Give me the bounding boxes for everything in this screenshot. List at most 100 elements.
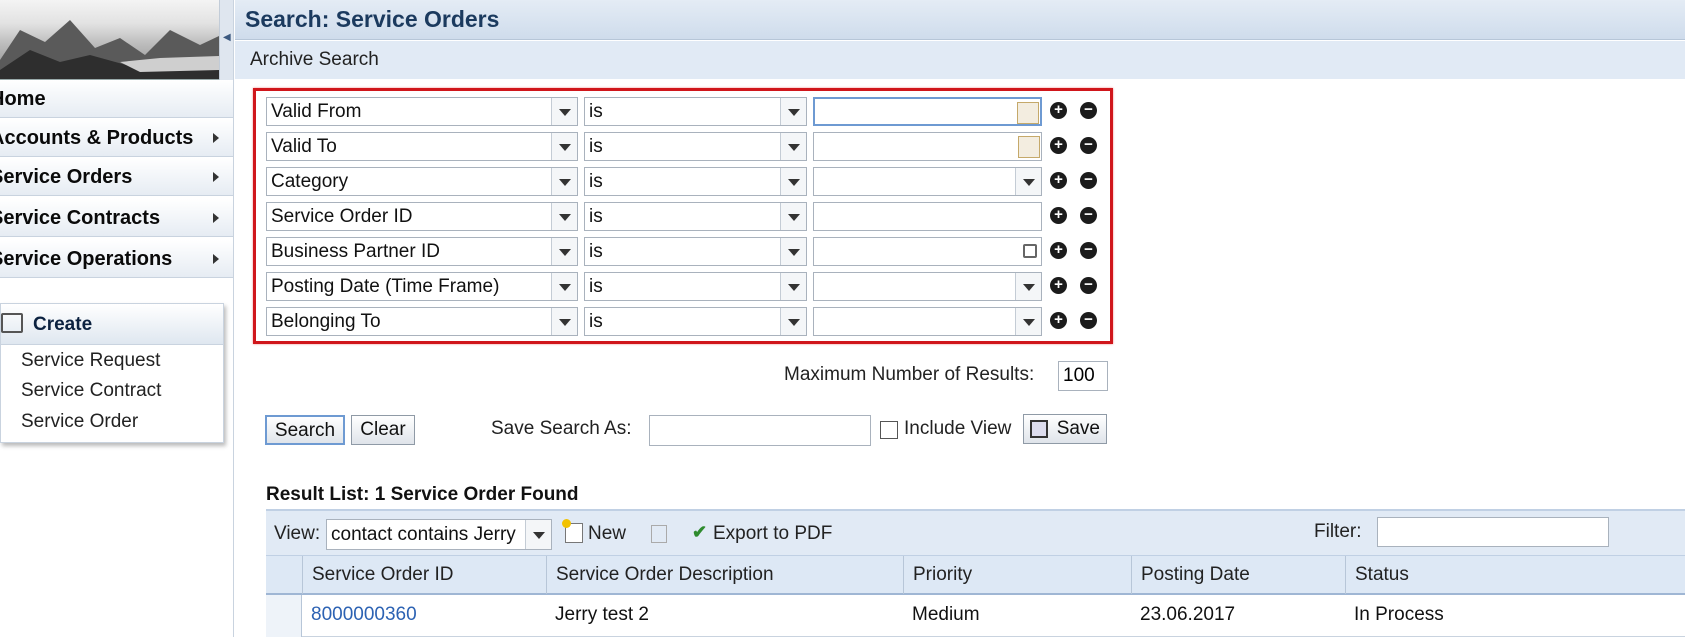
- criteria-operator-select[interactable]: is: [584, 167, 807, 196]
- add-row-icon[interactable]: +: [1050, 137, 1067, 154]
- column-header-posting-date[interactable]: Posting Date: [1131, 556, 1345, 594]
- criteria-field-value: Service Order ID: [271, 206, 413, 227]
- criteria-operator-value: is: [589, 206, 603, 227]
- chevron-down-icon[interactable]: [1015, 168, 1041, 195]
- column-header-service-order-id[interactable]: Service Order ID: [302, 556, 546, 594]
- save-search-input[interactable]: [649, 415, 871, 446]
- select-all-column[interactable]: [266, 556, 302, 594]
- criteria-value-select[interactable]: [813, 307, 1042, 336]
- include-view-checkbox[interactable]: [880, 421, 898, 439]
- nav-label: Service Operations: [0, 248, 173, 270]
- chevron-down-icon[interactable]: [551, 308, 577, 335]
- criteria-value-input[interactable]: [813, 237, 1042, 266]
- criteria-value-select[interactable]: [813, 272, 1042, 301]
- criteria-operator-select[interactable]: is: [584, 132, 807, 161]
- chevron-down-icon[interactable]: [551, 203, 577, 230]
- criteria-field-select[interactable]: Valid To: [266, 132, 578, 161]
- nav-item-home[interactable]: Home: [0, 80, 233, 118]
- title-bar: Search: Service Orders: [235, 0, 1685, 40]
- chevron-down-icon[interactable]: [551, 273, 577, 300]
- criteria-field-select[interactable]: Valid From: [266, 97, 578, 126]
- add-row-icon[interactable]: +: [1050, 207, 1067, 224]
- chevron-down-icon[interactable]: [551, 168, 577, 195]
- create-service-order-link[interactable]: Service Order: [21, 411, 138, 433]
- criteria-operator-value: is: [589, 136, 603, 157]
- nav-item-service-contracts[interactable]: Service Contracts: [0, 199, 233, 237]
- table-row: 8000000360 Jerry test 2 Medium 23.06.201…: [266, 595, 1685, 637]
- calendar-icon[interactable]: [1018, 136, 1040, 158]
- logo-image: [0, 0, 219, 80]
- value-help-icon[interactable]: [1023, 244, 1037, 258]
- search-button[interactable]: Search: [265, 415, 345, 445]
- service-order-id-link[interactable]: 8000000360: [302, 595, 417, 637]
- criteria-operator-select[interactable]: is: [584, 202, 807, 231]
- nav-item-accounts-products[interactable]: Accounts & Products: [0, 119, 233, 157]
- remove-row-icon[interactable]: −: [1080, 242, 1097, 259]
- chevron-down-icon[interactable]: [780, 273, 806, 300]
- new-document-icon[interactable]: [562, 519, 583, 543]
- criteria-value-input[interactable]: [813, 202, 1042, 231]
- include-view-label: Include View: [904, 418, 1012, 439]
- max-results-input[interactable]: 100: [1058, 361, 1108, 391]
- chevron-down-icon[interactable]: [780, 238, 806, 265]
- chevron-down-icon[interactable]: [525, 520, 551, 549]
- view-select[interactable]: contact contains Jerry: [326, 519, 552, 550]
- chevron-down-icon[interactable]: [1015, 308, 1041, 335]
- criteria-operator-select[interactable]: is: [584, 237, 807, 266]
- save-button[interactable]: Save: [1023, 414, 1107, 444]
- new-button[interactable]: New: [588, 523, 626, 545]
- remove-row-icon[interactable]: −: [1080, 312, 1097, 329]
- criteria-field-select[interactable]: Category: [266, 167, 578, 196]
- criteria-operator-select[interactable]: is: [584, 307, 807, 336]
- column-header-priority[interactable]: Priority: [903, 556, 1131, 594]
- chevron-down-icon[interactable]: [780, 133, 806, 160]
- page-title: Search: Service Orders: [245, 6, 500, 32]
- nav-item-service-orders[interactable]: Service Orders: [0, 158, 233, 196]
- calendar-icon[interactable]: [1017, 102, 1039, 124]
- criteria-operator-select[interactable]: is: [584, 97, 807, 126]
- add-row-icon[interactable]: +: [1050, 102, 1067, 119]
- remove-row-icon[interactable]: −: [1080, 172, 1097, 189]
- chevron-down-icon[interactable]: [780, 203, 806, 230]
- column-header-status[interactable]: Status: [1345, 556, 1685, 594]
- remove-row-icon[interactable]: −: [1080, 137, 1097, 154]
- add-row-icon[interactable]: +: [1050, 277, 1067, 294]
- remove-row-icon[interactable]: −: [1080, 277, 1097, 294]
- column-header-description[interactable]: Service Order Description: [546, 556, 903, 594]
- chevron-down-icon[interactable]: [1015, 273, 1041, 300]
- export-to-pdf-button[interactable]: Export to PDF: [713, 523, 832, 545]
- remove-row-icon[interactable]: −: [1080, 207, 1097, 224]
- criteria-value-select[interactable]: [813, 167, 1042, 196]
- criteria-field-select[interactable]: Posting Date (Time Frame): [266, 272, 578, 301]
- chevron-down-icon[interactable]: [780, 308, 806, 335]
- chevron-down-icon[interactable]: [780, 168, 806, 195]
- copy-icon[interactable]: [651, 525, 667, 543]
- create-service-request-link[interactable]: Service Request: [21, 350, 160, 372]
- criteria-value-input[interactable]: [813, 97, 1042, 126]
- criteria-field-select[interactable]: Belonging To: [266, 307, 578, 336]
- collapse-sidebar-button[interactable]: ◀: [219, 0, 233, 80]
- remove-row-icon[interactable]: −: [1080, 102, 1097, 119]
- criteria-operator-select[interactable]: is: [584, 272, 807, 301]
- create-service-contract-link[interactable]: Service Contract: [21, 380, 161, 402]
- add-row-icon[interactable]: +: [1050, 312, 1067, 329]
- chevron-down-icon[interactable]: [551, 98, 577, 125]
- chevron-down-icon[interactable]: [551, 238, 577, 265]
- chevron-right-icon: [213, 172, 219, 182]
- add-row-icon[interactable]: +: [1050, 172, 1067, 189]
- chevron-right-icon: [213, 213, 219, 223]
- row-selector[interactable]: [266, 595, 302, 637]
- nav-item-service-operations[interactable]: Service Operations: [0, 240, 233, 278]
- chevron-down-icon[interactable]: [551, 133, 577, 160]
- clear-button[interactable]: Clear: [351, 415, 415, 445]
- main-content: Search: Service Orders Archive Search Va…: [235, 0, 1685, 637]
- add-row-icon[interactable]: +: [1050, 242, 1067, 259]
- criteria-field-select[interactable]: Service Order ID: [266, 202, 578, 231]
- chevron-down-icon[interactable]: [780, 98, 806, 125]
- nav-label: Home: [0, 88, 46, 110]
- result-list-title: Result List: 1 Service Order Found: [266, 484, 579, 505]
- criteria-value-input[interactable]: [813, 132, 1042, 161]
- filter-input[interactable]: [1377, 517, 1609, 547]
- save-search-label: Save Search As:: [491, 418, 632, 439]
- criteria-field-select[interactable]: Business Partner ID: [266, 237, 578, 266]
